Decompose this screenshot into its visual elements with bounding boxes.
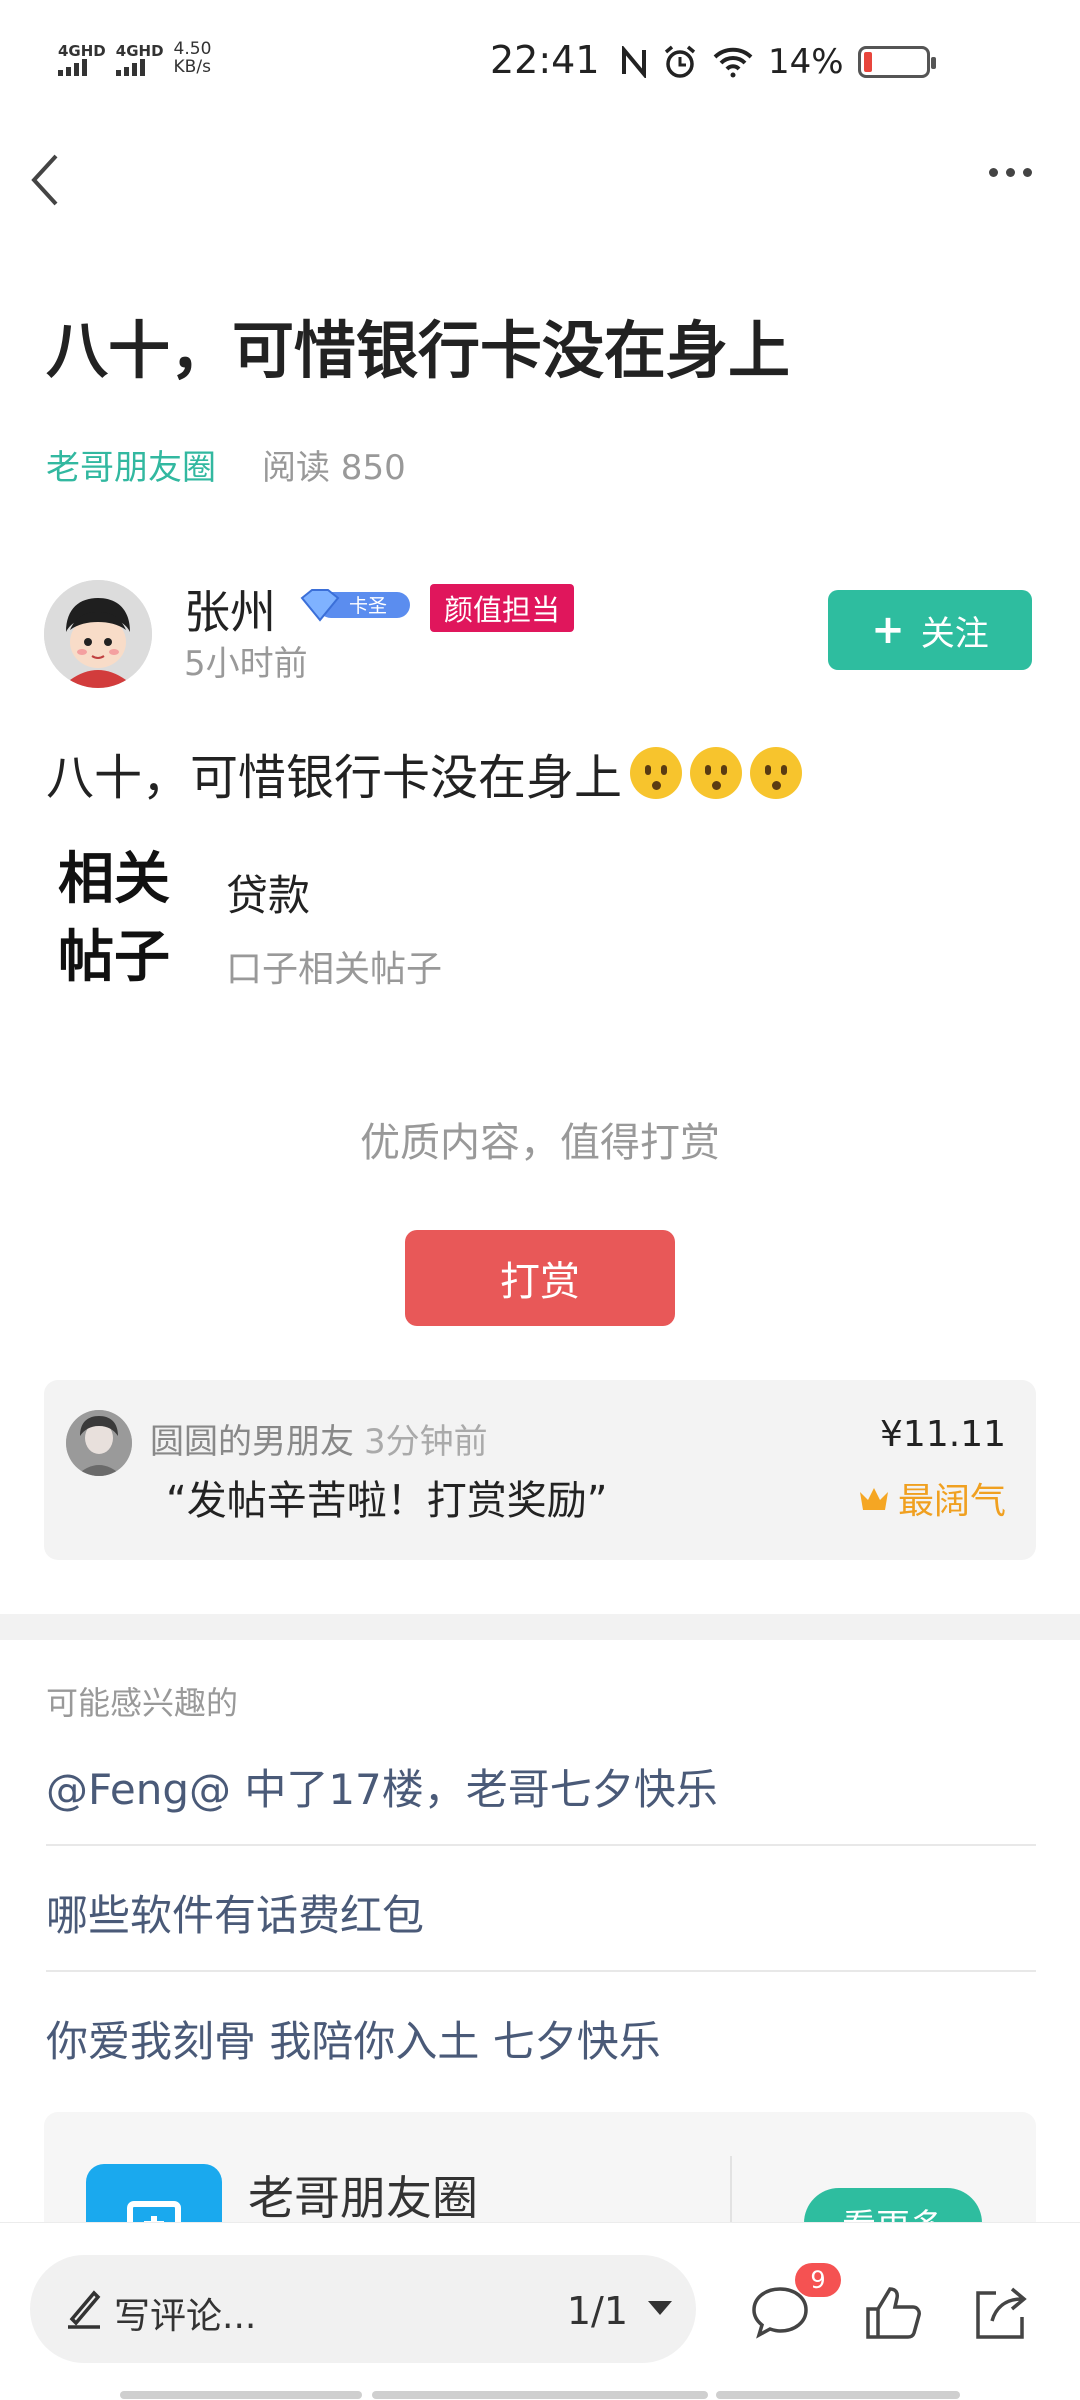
read-count: 阅读 850 xyxy=(262,448,406,488)
plus-icon: + xyxy=(871,607,905,653)
reward-record-card: 圆圆的男朋友 3分钟前 “发帖辛苦啦！打赏奖励” ¥11.11 最阔气 xyxy=(44,1380,1036,1560)
post-content-text: 八十，可惜银行卡没在身上 xyxy=(46,750,623,806)
chevron-down-icon[interactable] xyxy=(648,2301,672,2315)
title-badge: 颜值担当 xyxy=(430,584,575,632)
post-meta: 老哥朋友圈 阅读 850 xyxy=(46,440,406,489)
net-speed-value: 4.50 xyxy=(173,39,212,59)
related-tag[interactable]: 贷款 xyxy=(226,862,310,923)
comment-placeholder: 写评论... xyxy=(114,2296,257,2337)
rewarder-avatar[interactable] xyxy=(66,1410,132,1476)
share-icon[interactable] xyxy=(968,2281,1032,2345)
level-badge: 卡圣 xyxy=(300,589,410,622)
like-icon[interactable] xyxy=(862,2281,926,2345)
sim1-label: 4GHD xyxy=(58,42,106,60)
reward-message: “发帖辛苦啦！打赏奖励” xyxy=(166,1478,608,1524)
alarm-icon xyxy=(664,45,696,78)
page-indicator[interactable]: 1/1 xyxy=(567,2289,628,2333)
reward-button[interactable]: 打赏 xyxy=(405,1230,675,1326)
list-divider xyxy=(46,1970,1036,1972)
author-avatar[interactable] xyxy=(44,580,152,688)
clock: 22:41 xyxy=(490,38,600,82)
rewarder-line: 圆圆的男朋友 3分钟前 xyxy=(150,1414,488,1463)
wifi-icon xyxy=(713,47,753,78)
level-badge-label: 卡圣 xyxy=(349,595,387,617)
net-speed-unit: KB/s xyxy=(173,57,211,77)
crown-icon xyxy=(859,1488,888,1510)
section-divider xyxy=(0,1614,1080,1640)
reward-tip: 优质内容，值得打赏 xyxy=(360,1120,720,1166)
interest-item[interactable]: @Feng@ 中了17楼，老哥七夕快乐 xyxy=(46,1756,1036,1817)
status-bar: 4GHD 4GHD 4.50 KB/s 22:41 14% xyxy=(0,0,1080,120)
post-time: 5小时前 xyxy=(184,644,308,684)
status-left: 4GHD 4GHD 4.50 KB/s xyxy=(58,40,211,76)
group-link[interactable]: 老哥朋友圈 xyxy=(46,440,216,489)
battery-percent: 14% xyxy=(768,42,844,82)
battery-icon xyxy=(857,46,936,78)
related-title: 相关帖子 xyxy=(58,846,170,990)
rewarder-name[interactable]: 圆圆的男朋友 xyxy=(150,1422,354,1462)
more-icon[interactable] xyxy=(989,168,1032,177)
post-content: 八十，可惜银行卡没在身上 xyxy=(46,738,803,808)
emoji-icon xyxy=(750,747,803,799)
back-icon[interactable] xyxy=(26,150,66,210)
status-right: 14% xyxy=(620,42,936,82)
nav-indicator xyxy=(716,2391,960,2399)
list-divider xyxy=(46,1844,1036,1846)
interest-item[interactable]: 哪些软件有话费红包 xyxy=(46,1882,1036,1943)
interest-title: 可能感兴趣的 xyxy=(46,1684,239,1722)
bottom-bar: 写评论... 1/1 9 xyxy=(0,2222,1080,2400)
reward-amount: ¥11.11 xyxy=(880,1414,1006,1455)
post-title: 八十，可惜银行卡没在身上 xyxy=(46,314,791,387)
net-speed: 4.50 KB/s xyxy=(174,40,212,76)
nav-indicator xyxy=(120,2391,362,2399)
reward-tag-label: 最阔气 xyxy=(897,1481,1006,1522)
sim2-signal-icon: 4GHD xyxy=(115,42,164,76)
nfc-icon xyxy=(622,46,646,78)
sim2-label: 4GHD xyxy=(115,42,164,60)
group-name: 老哥朋友圈 xyxy=(248,2171,478,2225)
pen-icon xyxy=(68,2290,101,2329)
reward-time: 3分钟前 xyxy=(364,1422,488,1462)
reward-tag: 最阔气 xyxy=(858,1472,1006,1524)
emoji-icon xyxy=(630,747,683,799)
comment-input[interactable]: 写评论... 1/1 xyxy=(30,2255,696,2363)
related-link[interactable]: 口子相关帖子 xyxy=(226,940,442,992)
battery-fill xyxy=(863,52,872,72)
follow-button[interactable]: + 关注 xyxy=(828,590,1032,670)
interest-item[interactable]: 你爱我刻骨 我陪你入土 七夕快乐 xyxy=(46,2008,1036,2069)
follow-label: 关注 xyxy=(920,613,989,654)
comment-count-badge: 9 xyxy=(795,2263,841,2297)
author-name[interactable]: 张州 xyxy=(184,576,276,642)
sim1-signal-icon: 4GHD xyxy=(58,44,106,76)
nav-indicator xyxy=(372,2391,708,2399)
emoji-icon xyxy=(690,747,743,799)
